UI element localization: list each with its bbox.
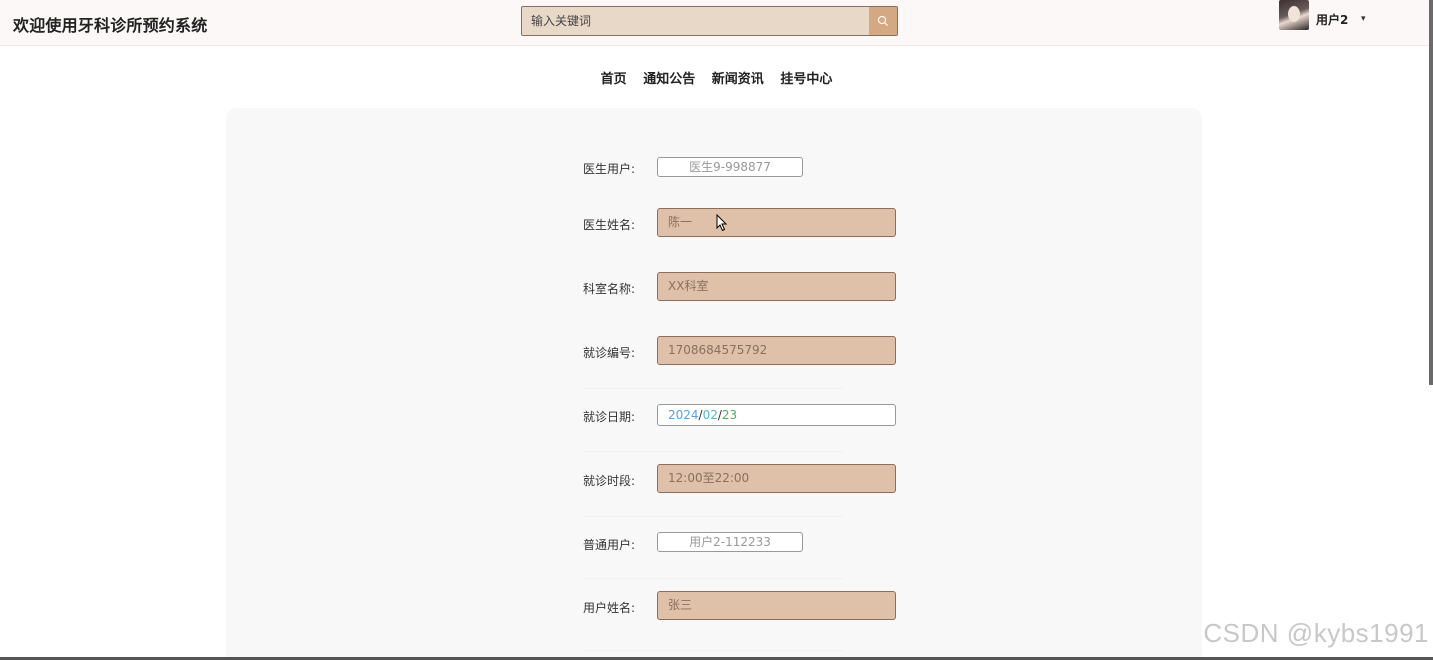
visit-date-label: 就诊日期:	[583, 410, 636, 424]
watermark: CSDN @kybs1991	[1203, 618, 1429, 648]
nav-item-home[interactable]: 首页	[601, 68, 627, 87]
form-row-doctor-account: 医生用户: 医生9-998877	[226, 156, 1202, 196]
user-name-field[interactable]: 张三	[657, 591, 896, 620]
doctor-name-label: 医生姓名:	[583, 218, 636, 232]
form-row-user-account: 普通用户: 用户2-112233	[226, 532, 1202, 572]
divider	[583, 578, 843, 579]
department-label: 科室名称:	[583, 282, 636, 296]
user-account-field[interactable]: 用户2-112233	[657, 532, 803, 552]
department-field[interactable]: XX科室	[657, 272, 896, 301]
visit-no-label: 就诊编号:	[583, 346, 636, 360]
divider	[583, 388, 843, 389]
search-box	[521, 6, 898, 36]
top-header: 欢迎使用牙科诊所预约系统 用户2 ▾	[0, 0, 1433, 46]
divider	[583, 650, 843, 651]
avatar-face	[1288, 6, 1300, 22]
site-title: 欢迎使用牙科诊所预约系统	[13, 16, 208, 35]
visit-date-month: 02	[702, 408, 718, 422]
search-input[interactable]	[522, 7, 869, 35]
nav-item-registration[interactable]: 挂号中心	[780, 68, 832, 87]
appointment-detail-panel: 医生用户: 医生9-998877 医生姓名: 陈一 科室名称: XX科室 就诊编…	[226, 108, 1202, 660]
visit-slot-label: 就诊时段:	[583, 474, 636, 488]
mouse-pointer-icon	[716, 214, 728, 232]
nav-item-notices[interactable]: 通知公告	[643, 68, 695, 87]
form-row-visit-no: 就诊编号: 1708684575792	[226, 336, 1202, 376]
chevron-down-icon[interactable]: ▾	[1361, 13, 1366, 24]
search-button[interactable]	[869, 7, 897, 35]
divider	[583, 451, 843, 452]
form-row-doctor-name: 医生姓名: 陈一	[226, 208, 1202, 248]
avatar[interactable]	[1279, 0, 1309, 30]
visit-slot-field[interactable]: 12:00至22:00	[657, 464, 896, 493]
visit-date-day: 23	[721, 408, 738, 422]
form-row-visit-slot: 就诊时段: 12:00至22:00	[226, 464, 1202, 504]
main-nav: 首页 通知公告 新闻资讯 挂号中心	[0, 68, 1433, 87]
form-row-department: 科室名称: XX科室	[226, 272, 1202, 312]
user-name-label: 用户姓名:	[583, 601, 636, 615]
nav-item-news[interactable]: 新闻资讯	[712, 68, 764, 87]
visit-no-field[interactable]: 1708684575792	[657, 336, 896, 365]
search-icon	[877, 15, 888, 26]
visit-date-field[interactable]: 2024/02/23	[657, 404, 896, 426]
form-row-user-name: 用户姓名: 张三	[226, 591, 1202, 631]
user-name[interactable]: 用户2	[1316, 11, 1348, 28]
user-account-label: 普通用户:	[583, 538, 636, 552]
visit-date-year: 2024	[668, 408, 699, 422]
doctor-account-label: 医生用户:	[583, 162, 636, 176]
form-row-visit-date: 就诊日期: 2024/02/23	[226, 403, 1202, 443]
doctor-name-field[interactable]: 陈一	[657, 208, 896, 237]
doctor-account-field[interactable]: 医生9-998877	[657, 157, 803, 177]
page-scrollbar[interactable]	[1429, 0, 1433, 385]
divider	[583, 516, 843, 517]
